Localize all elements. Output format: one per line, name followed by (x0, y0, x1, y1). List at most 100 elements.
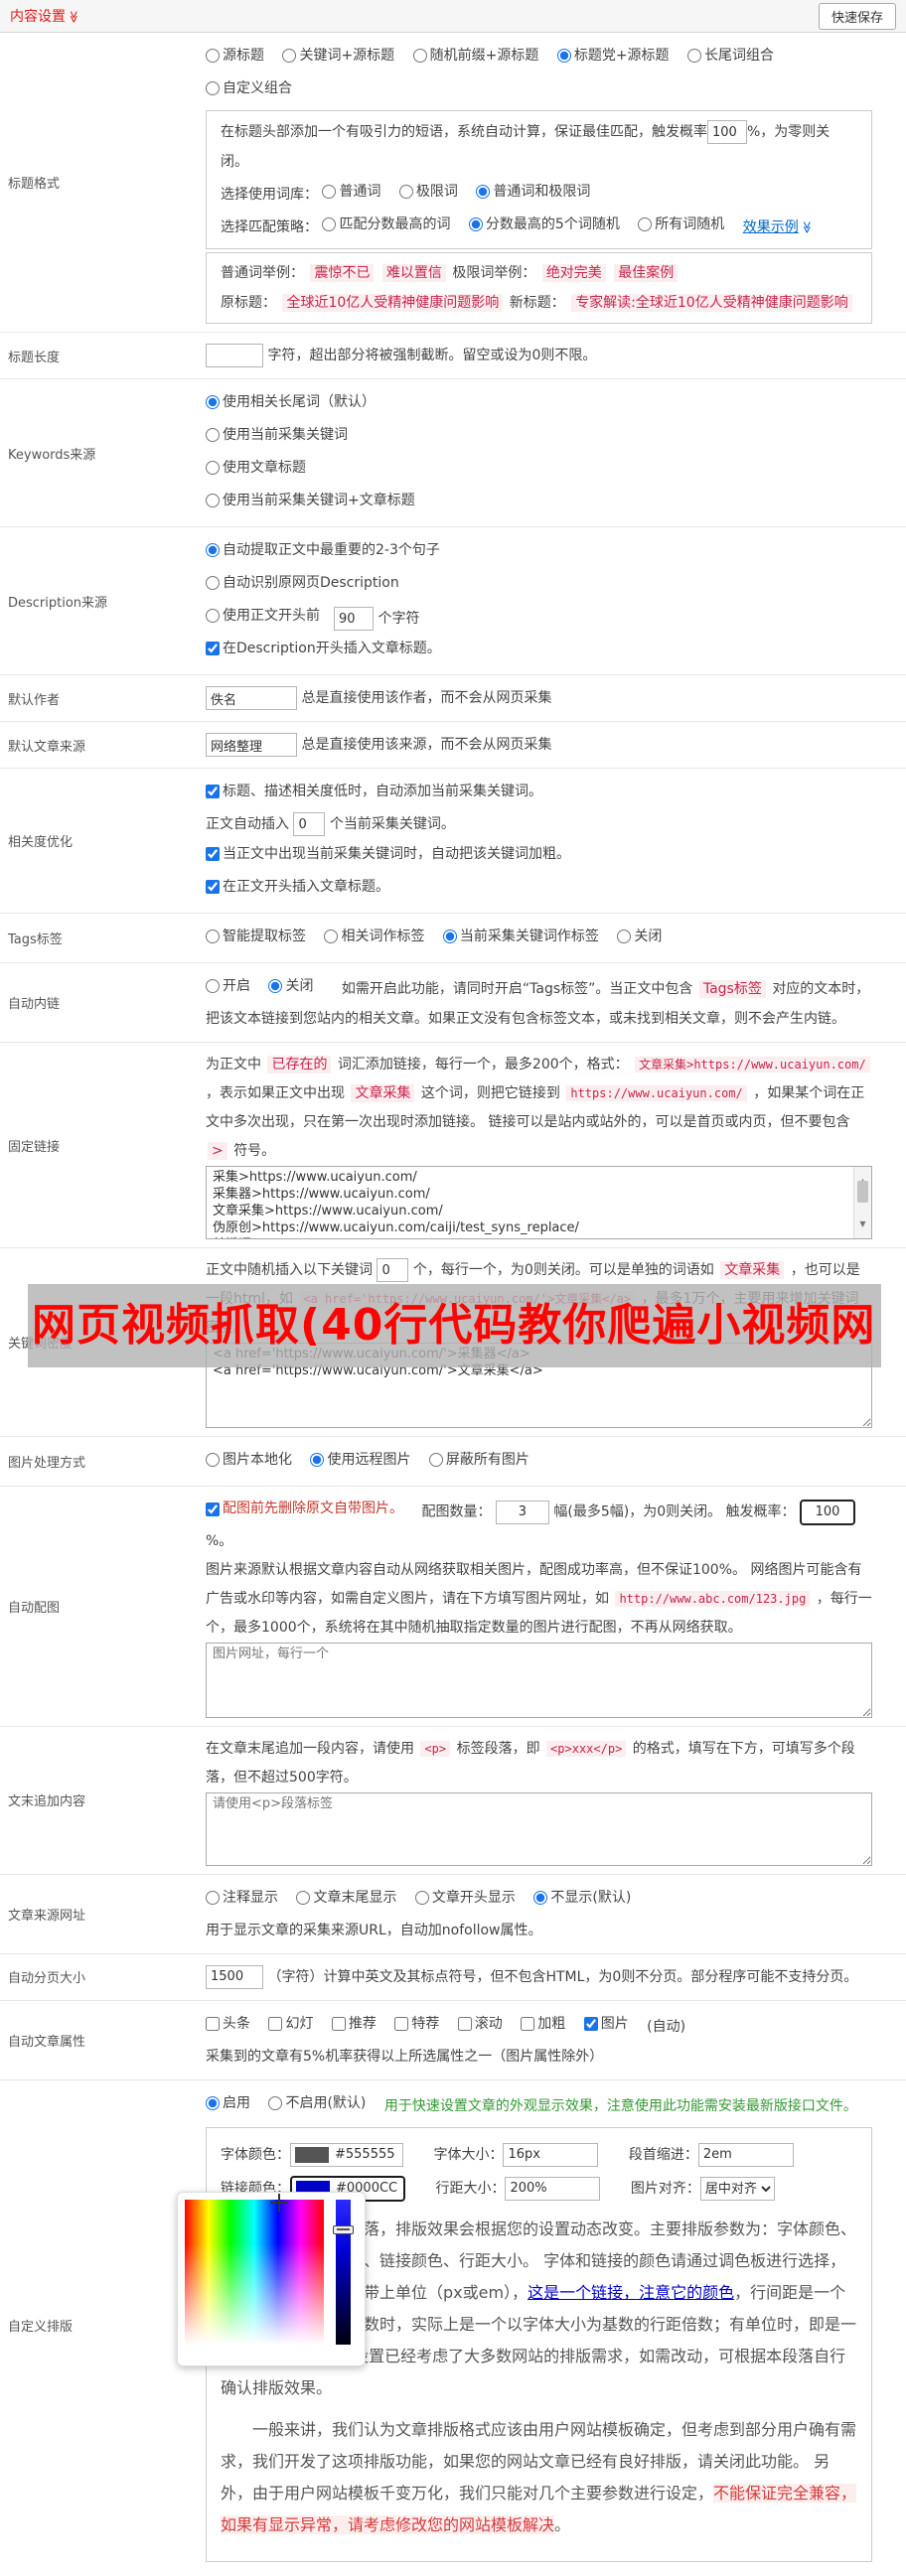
checkbox-input[interactable] (521, 2016, 535, 2031)
effect-example-link[interactable]: 效果示例≫ (743, 219, 814, 235)
image-urls-textarea[interactable] (206, 1642, 872, 1718)
checkbox-recommend[interactable]: 推荐 (331, 2009, 377, 2039)
radio-keyword-plus-article-title[interactable]: 使用当前采集关键词+文章标题 (206, 486, 415, 515)
radio-input[interactable] (428, 1453, 443, 1467)
radio-input[interactable] (398, 185, 413, 199)
radio-typesetting-off[interactable]: 不启用(默认) (268, 2088, 366, 2118)
keyword-density-count-input[interactable] (377, 1258, 409, 1282)
checkbox-bold-keyword[interactable]: 当正文中出现当前采集关键词时，自动把该关键词加粗。 (206, 839, 570, 869)
radio-input[interactable] (206, 609, 220, 623)
font-size-input[interactable] (503, 2142, 599, 2167)
radio-input[interactable] (617, 930, 632, 943)
font-color-input[interactable] (333, 2146, 400, 2163)
quick-save-button[interactable]: 快速保存 (818, 2, 896, 30)
radio-prefix-plus-title[interactable]: 随机前缀+源标题 (412, 41, 538, 71)
checkbox-headline[interactable]: 头条 (206, 2009, 250, 2039)
radio-highest-score[interactable]: 匹配分数最高的词 (322, 210, 450, 239)
collapse-chevron-icon[interactable]: ≫ (67, 11, 80, 24)
append-content-textarea[interactable] (206, 1791, 872, 1866)
color-crosshair-icon[interactable] (270, 2193, 288, 2212)
radio-internal-links-on[interactable]: 开启 (206, 971, 250, 1001)
radio-input[interactable] (310, 1453, 325, 1467)
radio-first-chars[interactable]: 使用正文开头前 (206, 601, 320, 631)
checkbox-input[interactable] (457, 2016, 472, 2031)
checkbox-input[interactable] (206, 847, 220, 861)
radio-current-keyword[interactable]: 使用当前采集关键词 (206, 420, 348, 450)
radio-article-title[interactable]: 使用文章标题 (206, 453, 306, 483)
radio-clickbait-plus-title[interactable]: 标题党+源标题 (556, 41, 670, 71)
radio-input[interactable] (638, 217, 653, 231)
description-chars-input[interactable] (334, 607, 374, 631)
radio-input[interactable] (206, 930, 220, 943)
line-height-input[interactable] (505, 2176, 601, 2201)
checkbox-input[interactable] (206, 1502, 220, 1516)
radio-smart-tags[interactable]: 智能提取标签 (206, 922, 306, 951)
radio-input[interactable] (206, 979, 220, 993)
radio-input[interactable] (476, 185, 491, 199)
radio-input[interactable] (206, 2095, 220, 2110)
color-picker-popup[interactable] (177, 2191, 366, 2366)
checkbox-special-recommend[interactable]: 特荐 (394, 2009, 439, 2039)
indent-input[interactable] (697, 2142, 794, 2167)
radio-input[interactable] (414, 1890, 429, 1905)
checkbox-input[interactable] (206, 642, 220, 655)
checkbox-input[interactable] (583, 2016, 598, 2031)
radio-input[interactable] (687, 49, 702, 63)
radio-input[interactable] (206, 543, 220, 557)
checkbox-input[interactable] (268, 2016, 283, 2031)
checkbox-add-keyword-when-low-relevance[interactable]: 标题、描述相关度低时，自动添加当前采集关键词。 (206, 777, 542, 806)
radio-input[interactable] (206, 576, 220, 590)
radio-all-random[interactable]: 所有词随机 (638, 210, 724, 239)
radio-input[interactable] (296, 1890, 311, 1905)
radio-block-images[interactable]: 屏蔽所有图片 (428, 1445, 529, 1475)
radio-input[interactable] (206, 428, 220, 442)
radio-input[interactable] (324, 930, 339, 943)
radio-input[interactable] (468, 217, 483, 231)
checkbox-input[interactable] (206, 2016, 220, 2031)
radio-input[interactable] (282, 49, 297, 63)
checkbox-insert-title-at-start[interactable]: 在正文开头插入文章标题。 (206, 872, 389, 902)
radio-current-keyword-tags[interactable]: 当前采集关键词作标签 (442, 922, 599, 951)
radio-input[interactable] (442, 930, 457, 943)
title-length-input[interactable] (206, 344, 263, 367)
radio-input[interactable] (268, 979, 283, 993)
font-color-swatch[interactable] (295, 2146, 329, 2163)
radio-custom-combo[interactable]: 自定义组合 (206, 73, 292, 103)
checkbox-scroll[interactable]: 滚动 (457, 2009, 503, 2039)
illustration-probability-input[interactable] (800, 1499, 856, 1525)
radio-input[interactable] (322, 185, 337, 199)
checkbox-bold[interactable]: 加粗 (521, 2009, 565, 2039)
radio-input[interactable] (322, 217, 337, 231)
radio-related-word-tags[interactable]: 相关词作标签 (324, 922, 424, 951)
radio-top5-random[interactable]: 分数最高的5个词随机 (468, 210, 620, 239)
preview-link[interactable]: 这是一个链接，注意它的颜色 (528, 2283, 734, 2302)
radio-article-start-display[interactable]: 文章开头显示 (414, 1883, 516, 1913)
color-gradient-area[interactable] (185, 2193, 324, 2345)
radio-input[interactable] (206, 81, 220, 95)
radio-input[interactable] (206, 395, 220, 409)
radio-article-end-display[interactable]: 文章末尾显示 (296, 1883, 396, 1913)
radio-no-display[interactable]: 不显示(默认) (533, 1883, 631, 1913)
radio-typesetting-on[interactable]: 启用 (206, 2088, 250, 2118)
radio-localize-images[interactable]: 图片本地化 (206, 1445, 292, 1475)
radio-both-words[interactable]: 普通词和极限词 (476, 177, 590, 207)
checkbox-image-attr[interactable]: 图片 (583, 2009, 629, 2039)
radio-auto-extract-sentences[interactable]: 自动提取正文中最重要的2-3个句子 (206, 535, 440, 565)
radio-input[interactable] (206, 494, 220, 507)
radio-longtail-combo[interactable]: 长尾词组合 (687, 41, 774, 71)
fixed-links-textarea[interactable]: 采集>https://www.ucaiyun.com/ 采集器>https://… (206, 1166, 872, 1239)
checkbox-input[interactable] (206, 880, 220, 894)
pagination-size-input[interactable] (206, 1964, 263, 1989)
radio-source-title[interactable]: 源标题 (206, 41, 264, 71)
hue-slider-handle[interactable] (333, 2224, 354, 2234)
default-source-input[interactable] (206, 733, 297, 757)
radio-input[interactable] (206, 49, 220, 63)
clickbait-probability-input[interactable] (707, 120, 747, 144)
radio-input[interactable] (268, 2095, 283, 2110)
checkbox-input[interactable] (331, 2016, 346, 2031)
radio-input[interactable] (206, 1890, 220, 1905)
default-author-input[interactable] (206, 686, 297, 710)
checkbox-input[interactable] (206, 785, 220, 798)
checkbox-slideshow[interactable]: 幻灯 (268, 2009, 313, 2039)
radio-input[interactable] (412, 49, 427, 63)
